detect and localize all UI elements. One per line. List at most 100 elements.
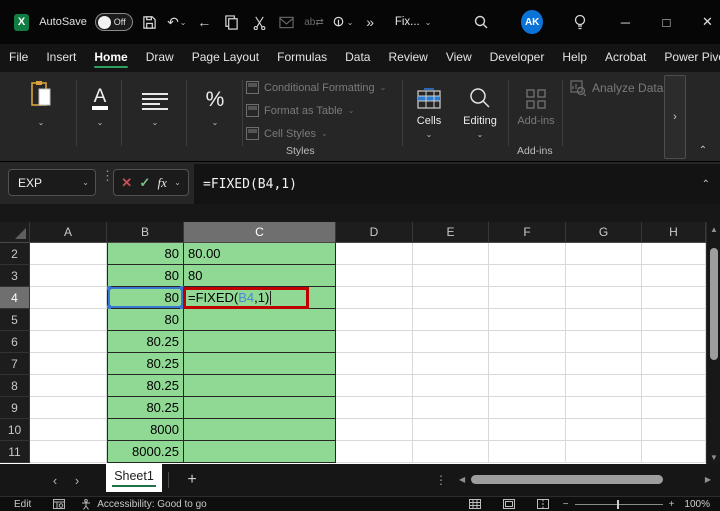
cell-G2[interactable] — [566, 243, 642, 265]
doc-title-chevron-icon[interactable]: ⌄ — [425, 18, 432, 27]
new-sheet-button[interactable]: + — [177, 471, 207, 489]
scroll-up-icon[interactable]: ▲ — [707, 222, 720, 236]
close-button[interactable]: ✕ — [695, 8, 720, 36]
cell-A5[interactable] — [30, 309, 107, 331]
save-icon[interactable] — [139, 9, 160, 35]
cell-D9[interactable] — [336, 397, 413, 419]
row-header-8[interactable]: 8 — [0, 375, 30, 397]
row-header-9[interactable]: 9 — [0, 397, 30, 419]
zoom-in-icon[interactable]: + — [669, 499, 675, 510]
accessibility-status[interactable]: Accessibility: Good to go — [97, 499, 207, 510]
cell-G4[interactable] — [566, 287, 642, 309]
scroll-right-icon[interactable]: ▶ — [705, 475, 711, 484]
lightbulb-icon[interactable] — [573, 14, 587, 30]
column-header-B[interactable]: B — [107, 222, 184, 243]
cancel-icon[interactable]: ✕ — [121, 175, 132, 191]
editing-group-button[interactable]: Editing ⌄ — [454, 76, 506, 139]
cell-F8[interactable] — [489, 375, 566, 397]
cell-B5[interactable]: 80 — [107, 309, 184, 331]
scroll-down-icon[interactable]: ▼ — [707, 450, 720, 464]
search-icon[interactable] — [473, 14, 489, 30]
collapse-ribbon-icon[interactable]: ⌃ — [693, 142, 713, 158]
cell-H11[interactable] — [642, 441, 706, 463]
cell-C6[interactable] — [184, 331, 336, 353]
column-header-C[interactable]: C — [184, 222, 336, 243]
cell-G10[interactable] — [566, 419, 642, 441]
cell-F6[interactable] — [489, 331, 566, 353]
cell-B8[interactable]: 80.25 — [107, 375, 184, 397]
tab-review[interactable]: Review — [379, 45, 436, 71]
cell-C8[interactable] — [184, 375, 336, 397]
normal-view-icon[interactable] — [469, 499, 481, 509]
row-header-11[interactable]: 11 — [0, 441, 30, 463]
horizontal-scrollbar-thumb[interactable] — [471, 475, 663, 484]
alignment-group-button[interactable]: ⌄ — [126, 76, 184, 127]
cell-E9[interactable] — [413, 397, 489, 419]
cell-A10[interactable] — [30, 419, 107, 441]
cell-F10[interactable] — [489, 419, 566, 441]
select-all-corner[interactable] — [0, 222, 30, 243]
cell-G8[interactable] — [566, 375, 642, 397]
zoom-out-icon[interactable]: − — [563, 499, 569, 510]
cell-A9[interactable] — [30, 397, 107, 419]
maximize-button[interactable]: □ — [654, 8, 679, 36]
cell-H5[interactable] — [642, 309, 706, 331]
cell-B10[interactable]: 8000 — [107, 419, 184, 441]
row-header-10[interactable]: 10 — [0, 419, 30, 441]
cell-A6[interactable] — [30, 331, 107, 353]
cell-G5[interactable] — [566, 309, 642, 331]
cell-H8[interactable] — [642, 375, 706, 397]
cell-E10[interactable] — [413, 419, 489, 441]
tab-home[interactable]: Home — [85, 45, 136, 71]
document-title[interactable]: Fix... — [395, 16, 420, 28]
cell-F11[interactable] — [489, 441, 566, 463]
autosave-toggle[interactable]: Off — [95, 13, 133, 31]
cell-B11[interactable]: 8000.25 — [107, 441, 184, 463]
tab-page-layout[interactable]: Page Layout — [183, 45, 268, 71]
sheet-next-icon[interactable]: › — [66, 473, 88, 488]
row-header-4[interactable]: 4 — [0, 287, 30, 309]
macro-record-icon[interactable] — [53, 499, 65, 509]
scroll-left-icon[interactable]: ◀ — [459, 475, 465, 484]
cell-B3[interactable]: 80 — [107, 265, 184, 287]
column-header-G[interactable]: G — [566, 222, 642, 243]
row-header-7[interactable]: 7 — [0, 353, 30, 375]
cell-A2[interactable] — [30, 243, 107, 265]
cell-C4[interactable]: =FIXED(B4,1) — [184, 287, 336, 309]
cell-D6[interactable] — [336, 331, 413, 353]
vertical-scrollbar-thumb[interactable] — [710, 248, 718, 360]
tab-acrobat[interactable]: Acrobat — [596, 45, 655, 71]
cell-E2[interactable] — [413, 243, 489, 265]
cell-H10[interactable] — [642, 419, 706, 441]
cell-E7[interactable] — [413, 353, 489, 375]
cell-D10[interactable] — [336, 419, 413, 441]
tab-view[interactable]: View — [437, 45, 481, 71]
tab-help[interactable]: Help — [553, 45, 596, 71]
cell-F4[interactable] — [489, 287, 566, 309]
column-header-H[interactable]: H — [642, 222, 706, 243]
cell-A7[interactable] — [30, 353, 107, 375]
cell-F9[interactable] — [489, 397, 566, 419]
back-arrow-icon[interactable]: ← — [194, 9, 215, 35]
column-header-E[interactable]: E — [413, 222, 489, 243]
row-header-6[interactable]: 6 — [0, 331, 30, 353]
cell-D4[interactable] — [336, 287, 413, 309]
cell-A8[interactable] — [30, 375, 107, 397]
cell-C10[interactable] — [184, 419, 336, 441]
cell-H3[interactable] — [642, 265, 706, 287]
cell-H6[interactable] — [642, 331, 706, 353]
tab-data[interactable]: Data — [336, 45, 379, 71]
copy-icon[interactable] — [221, 9, 242, 35]
zoom-slider[interactable] — [575, 499, 663, 510]
name-box-chevron-icon[interactable]: ⌄ — [82, 178, 89, 187]
vertical-scrollbar[interactable]: ▲ ▼ — [706, 222, 720, 464]
cell-D7[interactable] — [336, 353, 413, 375]
minimize-button[interactable]: ─ — [613, 8, 638, 36]
cell-G3[interactable] — [566, 265, 642, 287]
zoom-slider-knob[interactable] — [617, 500, 619, 509]
accessibility-icon[interactable] — [81, 499, 91, 510]
cells-group-button[interactable]: Cells ⌄ — [406, 76, 452, 139]
cell-H4[interactable] — [642, 287, 706, 309]
cell-D8[interactable] — [336, 375, 413, 397]
sheet-tab-sheet1[interactable]: Sheet1 — [106, 464, 162, 492]
